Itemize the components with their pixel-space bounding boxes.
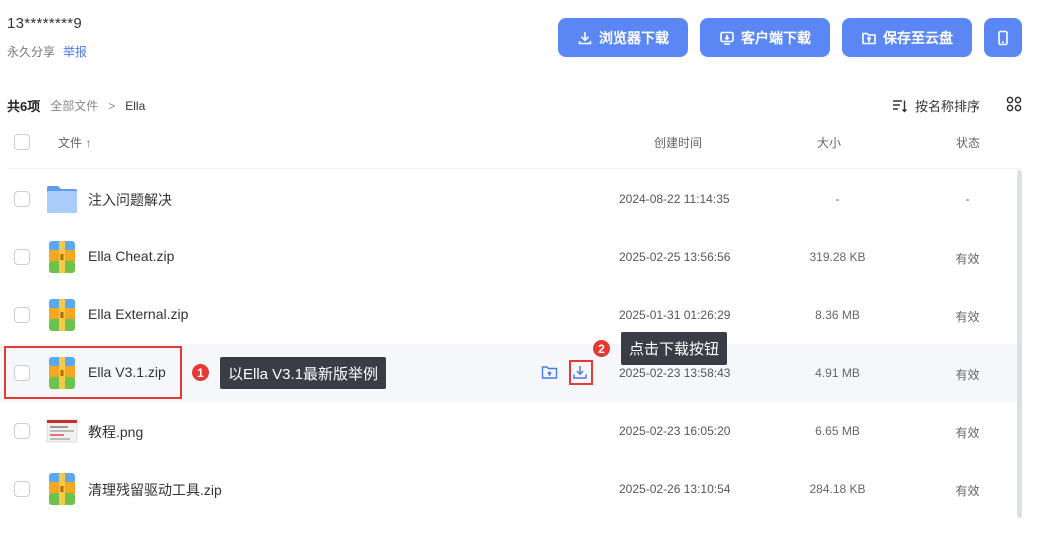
scrollbar[interactable]	[1017, 170, 1022, 518]
table-row[interactable]: Ella External.zip 2025-01-31 01:26:29 8.…	[0, 286, 1018, 344]
column-size[interactable]: 大小	[817, 134, 841, 151]
file-size: -	[835, 192, 840, 206]
file-created: 2025-01-31 01:26:29	[619, 308, 731, 322]
sort-label: 按名称排序	[915, 99, 981, 114]
file-size: 8.36 MB	[815, 308, 860, 322]
file-name[interactable]: Ella Cheat.zip	[88, 248, 174, 264]
row-checkbox[interactable]	[14, 423, 30, 439]
header-divider	[7, 168, 1022, 169]
row-checkbox[interactable]	[14, 307, 30, 323]
browser-download-button[interactable]: 浏览器下载	[558, 18, 688, 57]
file-size: 284.18 KB	[809, 482, 866, 496]
grid-view-icon[interactable]	[1006, 96, 1022, 117]
image-icon	[46, 419, 78, 443]
file-created: 2025-02-23 16:05:20	[619, 424, 731, 438]
folder-icon	[47, 186, 77, 213]
file-status: 有效	[955, 484, 980, 498]
step-2-badge: 2	[592, 339, 611, 358]
file-created: 2025-02-26 13:10:54	[619, 482, 731, 496]
select-all-checkbox[interactable]	[14, 134, 30, 150]
save-folder-icon	[862, 32, 876, 44]
table-row[interactable]: 注入问题解决 2024-08-22 11:14:35 - -	[0, 170, 1018, 228]
client-download-button[interactable]: 客户端下载	[700, 18, 830, 57]
step-1-tooltip: 以Ella V3.1最新版举例	[220, 357, 387, 389]
row-checkbox[interactable]	[14, 481, 30, 497]
share-type: 永久分享	[7, 45, 56, 59]
sort-by-name-button[interactable]: 按名称排序	[892, 96, 980, 115]
file-name[interactable]: 教程.png	[88, 422, 143, 442]
phone-icon	[998, 30, 1008, 45]
highlight-box-file	[4, 346, 182, 399]
file-size: 319.28 KB	[809, 250, 866, 264]
file-name[interactable]: 注入问题解决	[88, 190, 172, 210]
save-to-cloud-button[interactable]: 保存至云盘	[842, 18, 972, 57]
row-checkbox[interactable]	[14, 249, 30, 265]
row-checkbox[interactable]	[14, 191, 30, 207]
breadcrumb-separator: >	[108, 98, 116, 113]
report-link[interactable]: 举报	[63, 43, 87, 60]
zip-icon	[49, 241, 75, 273]
file-name[interactable]: 清理残留驱动工具.zip	[88, 480, 222, 500]
step-2-tooltip: 点击下载按钮	[621, 332, 728, 365]
zip-icon	[49, 299, 75, 331]
file-status: 有效	[955, 426, 980, 440]
file-size: 6.65 MB	[815, 424, 860, 438]
breadcrumb: 共6项 全部文件 > Ella	[7, 96, 145, 115]
column-status: 状态	[956, 136, 981, 150]
table-header: 文件 ↑ 创建时间 大小 状态	[0, 128, 1022, 156]
file-status: -	[965, 192, 970, 206]
share-actions: 浏览器下载 客户端下载 保存至云盘	[558, 18, 1022, 57]
download-icon	[578, 31, 592, 44]
client-download-label: 客户端下载	[741, 29, 811, 46]
zip-icon	[49, 473, 75, 505]
mobile-button[interactable]	[984, 18, 1022, 57]
file-status: 有效	[955, 310, 980, 324]
file-created: 2025-02-23 13:58:43	[619, 366, 731, 380]
file-status: 有效	[955, 368, 980, 382]
share-page: 13********9 永久分享 举报 浏览器下载 客户端下载 保存至云盘 共6…	[0, 0, 1037, 544]
breadcrumb-root[interactable]: 全部文件	[50, 97, 98, 114]
file-size: 4.91 MB	[815, 366, 860, 380]
share-owner: 13********9	[7, 15, 83, 32]
highlight-box-download	[569, 360, 593, 385]
share-meta: 永久分享 举报	[7, 43, 87, 60]
column-created[interactable]: 创建时间	[654, 134, 702, 151]
file-status: 有效	[955, 252, 980, 266]
browser-download-label: 浏览器下载	[599, 29, 669, 46]
save-folder-icon[interactable]	[541, 364, 558, 380]
breadcrumb-current: Ella	[125, 98, 146, 113]
sort-icon	[893, 99, 907, 112]
file-created: 2024-08-22 11:14:35	[619, 192, 730, 206]
save-to-cloud-label: 保存至云盘	[883, 29, 953, 46]
file-name[interactable]: Ella External.zip	[88, 306, 188, 322]
client-icon	[720, 31, 734, 45]
file-created: 2025-02-25 13:56:56	[619, 250, 731, 264]
step-1-badge: 1	[191, 363, 210, 382]
column-file[interactable]: 文件 ↑	[58, 134, 91, 151]
item-count: 共6项	[7, 99, 41, 114]
table-row[interactable]: 清理残留驱动工具.zip 2025-02-26 13:10:54 284.18 …	[0, 460, 1018, 518]
table-row[interactable]: Ella Cheat.zip 2025-02-25 13:56:56 319.2…	[0, 228, 1018, 286]
table-row[interactable]: 教程.png 2025-02-23 16:05:20 6.65 MB 有效	[0, 402, 1018, 460]
